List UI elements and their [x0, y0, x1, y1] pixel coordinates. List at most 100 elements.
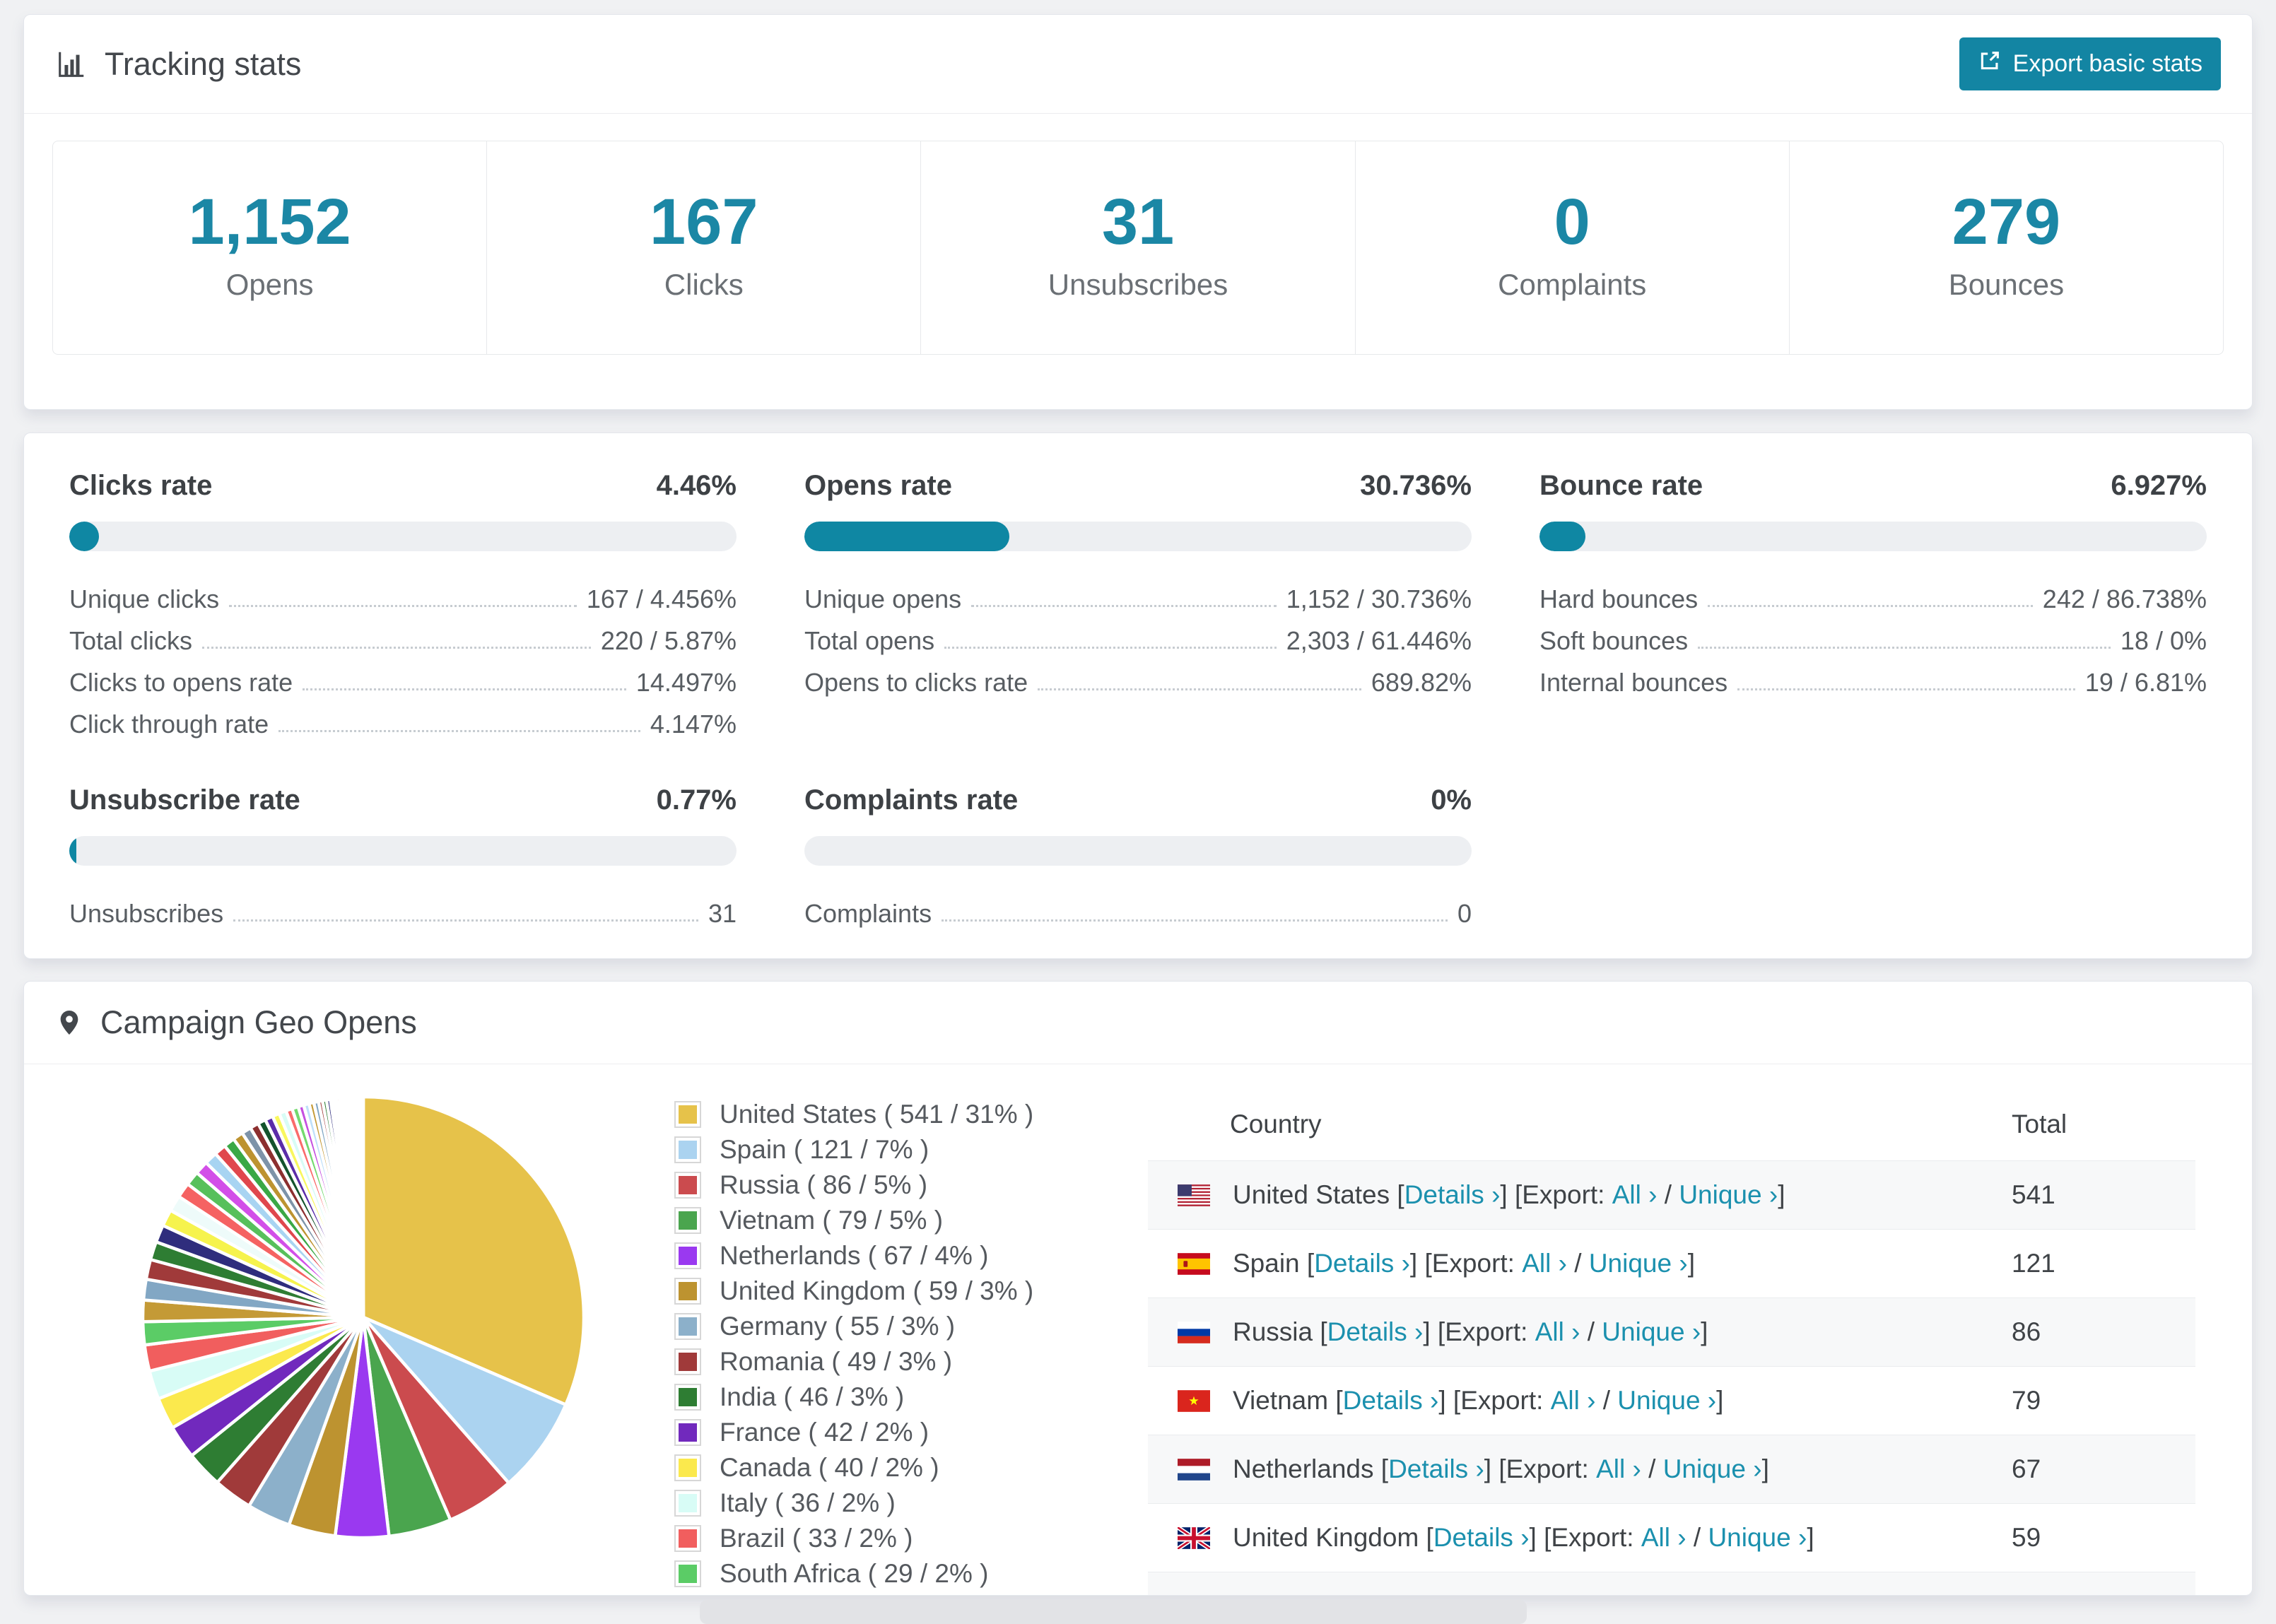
stat-label: Clicks	[487, 268, 920, 302]
rate-progress-fill	[1539, 522, 1585, 551]
country-total: 121	[2012, 1249, 2195, 1278]
geo-title: Campaign Geo Opens	[100, 1004, 417, 1041]
rate-rows: Unsubscribes31	[69, 887, 737, 929]
legend-item-netherlands: Netherlands ( 67 / 4% )	[674, 1241, 1098, 1271]
export-all-link[interactable]: All ›	[1641, 1523, 1687, 1552]
legend-label: South Africa ( 29 / 2% )	[720, 1559, 988, 1589]
slash: /	[1687, 1523, 1708, 1552]
dotted-leader	[202, 647, 591, 649]
details-link[interactable]: Details ›	[1314, 1249, 1410, 1278]
horizontal-scrollbar[interactable]	[700, 1600, 1527, 1624]
legend-item-romania: Romania ( 49 / 3% )	[674, 1347, 1098, 1377]
bracket: [	[1419, 1523, 1433, 1552]
legend-swatch	[674, 1207, 701, 1234]
rate-row-label: Clicks to opens rate	[69, 668, 293, 698]
export-all-link[interactable]: All ›	[1535, 1317, 1580, 1346]
legend-item-united-kingdom: United Kingdom ( 59 / 3% )	[674, 1276, 1098, 1306]
legend-label: Italy ( 36 / 2% )	[720, 1488, 896, 1518]
stats-strip: 1,152Opens167Clicks31Unsubscribes0Compla…	[52, 141, 2224, 355]
country-links: [Details ›] [Export: All › / Unique ›]	[1313, 1317, 1708, 1347]
rate-progress-track	[804, 522, 1472, 551]
legend-swatch	[674, 1101, 701, 1128]
total-column-header: Total	[2012, 1110, 2195, 1139]
export-prefix: Export:	[1472, 1591, 1555, 1596]
export-all-link[interactable]: All ›	[1522, 1249, 1567, 1278]
nl-flag-icon	[1178, 1459, 1210, 1481]
bracket: ] [	[1450, 1591, 1472, 1596]
geo-pie-chart	[130, 1084, 597, 1554]
rate-progress-track	[1539, 522, 2207, 551]
slash: /	[1608, 1591, 1630, 1596]
rate-value: 6.927%	[2111, 470, 2207, 502]
table-row-nl: Netherlands [Details ›] [Export: All › /…	[1148, 1435, 2195, 1503]
export-unique-link[interactable]: Unique ›	[1663, 1454, 1762, 1483]
dashboard-page: { "accent": "#1b87a5", "tracking": { "ti…	[0, 0, 2276, 1620]
stat-value: 0	[1554, 186, 1590, 258]
bracket: ]	[1688, 1249, 1695, 1278]
country-name: Russia	[1233, 1317, 1313, 1347]
export-unique-link[interactable]: Unique ›	[1589, 1249, 1688, 1278]
stat-box-opens: 1,152 Opens	[53, 141, 487, 354]
bracket: [	[1313, 1317, 1327, 1346]
details-link[interactable]: Details ›	[1355, 1591, 1451, 1596]
export-unique-link[interactable]: Unique ›	[1679, 1180, 1778, 1209]
export-all-link[interactable]: All ›	[1551, 1386, 1596, 1415]
bracket: ] [	[1423, 1317, 1445, 1346]
export-unique-link[interactable]: Unique ›	[1629, 1591, 1728, 1596]
table-row-es: Spain [Details ›] [Export: All › / Uniqu…	[1148, 1229, 2195, 1298]
rate-row: Click through rate4.147%	[69, 698, 737, 739]
export-all-link[interactable]: All ›	[1563, 1591, 1608, 1596]
stat-label: Unsubscribes	[921, 268, 1354, 302]
bracket: [	[1374, 1454, 1389, 1483]
rate-rows: Unique opens1,152 / 30.736%Total opens2,…	[804, 572, 1472, 698]
map-pin-icon	[55, 1006, 83, 1039]
export-unique-link[interactable]: Unique ›	[1708, 1523, 1807, 1552]
country-total: 59	[2012, 1523, 2195, 1553]
bracket: ] [	[1530, 1523, 1551, 1552]
details-link[interactable]: Details ›	[1433, 1523, 1530, 1552]
legend-swatch	[674, 1313, 701, 1340]
dotted-leader	[1737, 688, 2075, 690]
rate-panel-header: Complaints rate0%	[804, 784, 1472, 816]
stat-label: Opens	[53, 268, 486, 302]
legend-item-russia: Russia ( 86 / 5% )	[674, 1170, 1098, 1200]
spacer	[1543, 1386, 1550, 1415]
export-all-link[interactable]: All ›	[1596, 1454, 1641, 1483]
export-unique-link[interactable]: Unique ›	[1617, 1386, 1716, 1415]
rate-row-value: 14.497%	[636, 668, 737, 698]
export-all-link[interactable]: All ›	[1612, 1180, 1658, 1209]
rate-panel-clicks-rate: Clicks rate4.46%Unique clicks167 / 4.456…	[69, 470, 737, 739]
rates-card: Clicks rate4.46%Unique clicks167 / 4.456…	[23, 433, 2253, 959]
country-links: [Details ›] [Export: All › / Unique ›]	[1419, 1523, 1814, 1553]
dotted-leader	[303, 688, 626, 690]
country-total: 55	[2012, 1591, 2195, 1596]
table-row-ru: Russia [Details ›] [Export: All › / Uniq…	[1148, 1298, 2195, 1366]
rate-row-label: Click through rate	[69, 710, 269, 739]
export-basic-stats-button[interactable]: Export basic stats	[1959, 37, 2221, 90]
bracket: ]	[1716, 1386, 1723, 1415]
details-link[interactable]: Details ›	[1404, 1180, 1501, 1209]
legend-label: Vietnam ( 79 / 5% )	[720, 1206, 943, 1235]
tracking-stats-header: Tracking stats Export basic stats	[24, 15, 2252, 114]
dotted-leader	[942, 919, 1448, 922]
dotted-leader	[278, 730, 640, 732]
rate-rows: Hard bounces242 / 86.738%Soft bounces18 …	[1539, 572, 2207, 698]
stat-value: 1,152	[188, 186, 351, 258]
legend-label: United Kingdom ( 59 / 3% )	[720, 1276, 1033, 1306]
details-link[interactable]: Details ›	[1327, 1317, 1424, 1346]
rate-row-value: 242 / 86.738%	[2043, 584, 2207, 614]
legend-label: Russia ( 86 / 5% )	[720, 1170, 927, 1200]
details-link[interactable]: Details ›	[1388, 1454, 1484, 1483]
rate-row: Unique clicks167 / 4.456%	[69, 572, 737, 614]
legend-swatch	[674, 1348, 701, 1375]
details-link[interactable]: Details ›	[1343, 1386, 1439, 1415]
country-total: 79	[2012, 1386, 2195, 1416]
rate-panel-complaints-rate: Complaints rate0%Complaints0	[804, 784, 1472, 929]
rate-panel-header: Unsubscribe rate0.77%	[69, 784, 737, 816]
legend-item-united-states: United States ( 541 / 31% )	[674, 1100, 1098, 1129]
bracket: ]	[1778, 1180, 1785, 1209]
country-links: [Details ›] [Export: All › / Unique ›]	[1374, 1454, 1769, 1484]
country-name: Netherlands	[1233, 1454, 1374, 1484]
export-unique-link[interactable]: Unique ›	[1602, 1317, 1701, 1346]
rate-title: Complaints rate	[804, 784, 1018, 816]
